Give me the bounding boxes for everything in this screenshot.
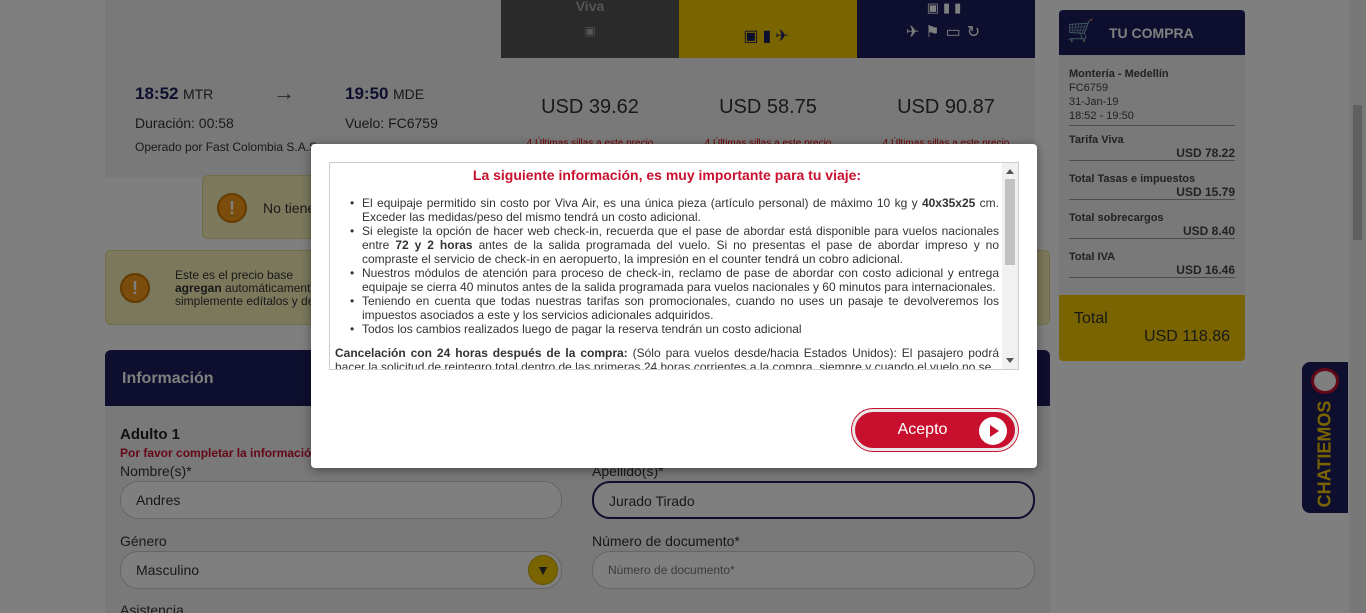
list-item: • Si elegiste la opción de hacer web chec… [350, 224, 1000, 266]
modal-scrollbar-thumb[interactable] [1005, 179, 1015, 265]
list-item: • Nuestros módulos de atención para proce… [350, 266, 999, 294]
accept-label: Acepto [897, 421, 948, 438]
cancellation-paragraph: Cancelación con 24 horas después de la c… [335, 346, 999, 370]
list-item: • Todos los cambios realizados luego de p… [350, 322, 802, 336]
modal-content-box: La siguiente información, es muy importa… [329, 162, 1019, 370]
scroll-up-icon[interactable] [1006, 169, 1014, 174]
info-modal: La siguiente información, es muy importa… [311, 144, 1037, 468]
modal-title: La siguiente información, es muy importa… [472, 167, 862, 183]
modal-content: La siguiente información, es muy importa… [335, 167, 999, 370]
play-icon [979, 417, 1007, 445]
modal-scrollbar[interactable] [1002, 163, 1018, 369]
list-item: • El equipaje permitido sin costo por Viv… [350, 196, 1000, 224]
modal-list: • El equipaje permitido sin costo por Viv… [335, 196, 999, 336]
scroll-down-icon[interactable] [1006, 358, 1014, 363]
list-item: • Teniendo en cuenta que todas nuestras t… [350, 294, 999, 322]
accept-button[interactable]: Acepto [852, 409, 1018, 451]
